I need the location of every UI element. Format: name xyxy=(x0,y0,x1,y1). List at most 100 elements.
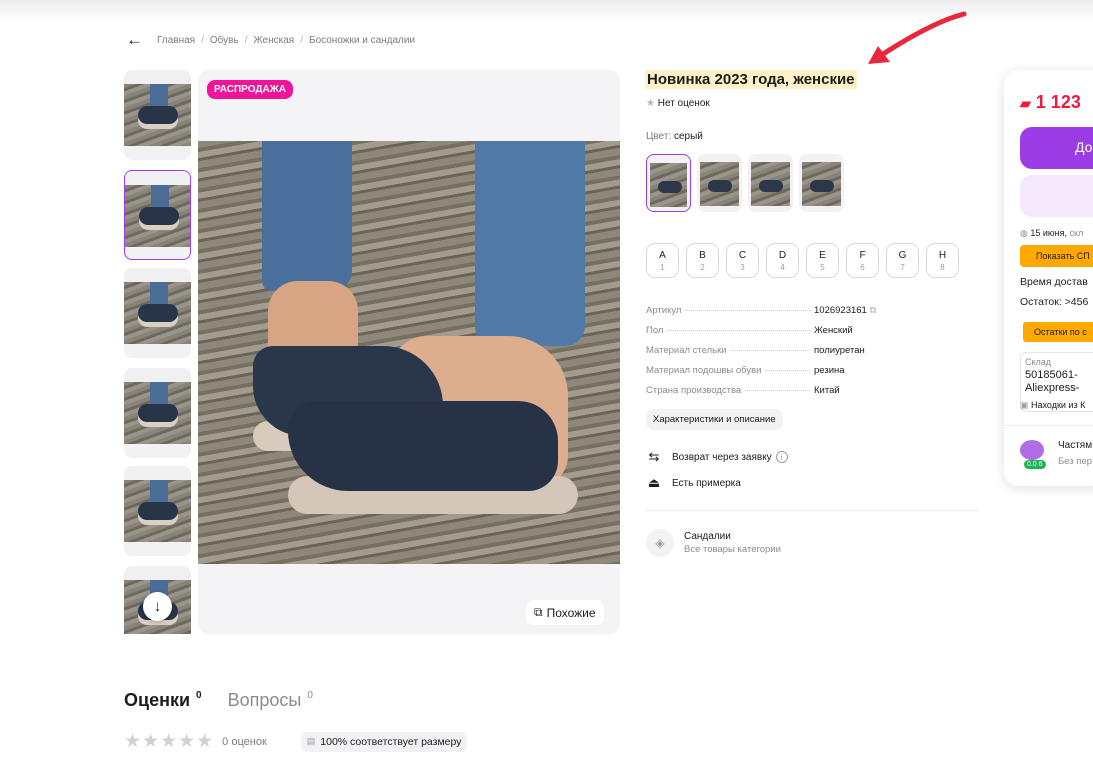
similar-button[interactable]: ⧉ Похожие xyxy=(526,600,604,625)
breadcrumb: ← Главная / Обувь / Женская / Босоножки … xyxy=(126,31,415,48)
star-rating-icon: ★★★★★ xyxy=(124,731,215,752)
breadcrumb-item[interactable]: Главная xyxy=(157,35,195,46)
tab-questions[interactable]: Вопросы 0 xyxy=(228,690,313,711)
size-number: 4 xyxy=(780,262,785,272)
breadcrumb-separator: / xyxy=(244,34,248,46)
gift-icon: ▣ xyxy=(1020,400,1029,410)
divider xyxy=(646,510,978,511)
sale-badge: РАСПРОДАЖА xyxy=(207,80,293,99)
warehouse-label: Склад xyxy=(1025,357,1052,367)
main-product-image[interactable] xyxy=(198,70,620,634)
ruler-icon: ▤ xyxy=(306,736,316,746)
return-policy: ⇆ Возврат через заявку i xyxy=(646,449,788,465)
annotation-arrow-icon xyxy=(868,11,967,64)
category-name: Сандалии xyxy=(684,531,731,542)
thumbnail[interactable] xyxy=(124,268,191,358)
box-icon: ◍ xyxy=(1020,228,1028,238)
seller-subtitle: Без пер xyxy=(1058,456,1093,467)
stock-text: Остаток: >456 xyxy=(1020,296,1089,308)
breadcrumb-separator: / xyxy=(201,34,204,46)
color-caption: Цвет: xyxy=(646,131,672,142)
size-number: 8 xyxy=(940,262,945,272)
add-to-cart-button[interactable]: До xyxy=(1020,127,1093,169)
spec-row: Артикул 1026923161 ⧉ xyxy=(646,300,896,320)
size-letter: G xyxy=(898,249,907,261)
delivery-time: Время достав xyxy=(1020,276,1088,288)
size-option[interactable]: E5 xyxy=(806,243,839,278)
reviews-tabs: Оценки 0 Вопросы 0 xyxy=(124,690,313,711)
size-fit-text: 100% соответствует размеру xyxy=(320,735,462,748)
specs-description-button[interactable]: Характеристики и описание xyxy=(646,409,783,430)
thumbnail-selected[interactable] xyxy=(124,170,191,260)
size-number: 2 xyxy=(700,262,705,272)
size-letter: D xyxy=(778,249,787,261)
category-icon: ◈ xyxy=(646,529,674,557)
size-option[interactable]: A1 xyxy=(646,243,679,278)
seller-avatar[interactable]: 0.0 6 xyxy=(1020,440,1048,469)
size-selector: A1 B2 C3 D4 E5 F6 G7 H8 xyxy=(646,243,959,278)
spec-value: полиуретан xyxy=(814,344,865,356)
color-swatch[interactable] xyxy=(799,154,844,212)
star-icon: ★ xyxy=(646,98,655,109)
buy-now-button[interactable] xyxy=(1020,175,1093,217)
breadcrumb-item[interactable]: Обувь xyxy=(210,35,239,46)
scroll-down-button[interactable]: ↓ xyxy=(143,592,172,621)
tab-reviews[interactable]: Оценки 0 xyxy=(124,690,202,711)
size-letter: F xyxy=(859,249,866,261)
reviews-count: 0 оценок xyxy=(222,735,267,748)
thumbnail[interactable] xyxy=(124,368,191,458)
info-icon[interactable]: i xyxy=(775,451,788,463)
color-value: серый xyxy=(673,131,703,142)
rating-text: Нет оценок xyxy=(657,98,710,109)
spec-row: Материал стельки полиуретан xyxy=(646,340,896,360)
color-swatch[interactable] xyxy=(748,154,793,212)
finds-link[interactable]: ▣ Находки из К xyxy=(1020,400,1085,411)
size-option[interactable]: H8 xyxy=(926,243,959,278)
spec-value: 1026923161 ⧉ xyxy=(814,304,877,316)
wallet-icon: ▰ xyxy=(1020,95,1031,111)
thumbnail[interactable] xyxy=(124,70,191,160)
spec-value: резина xyxy=(814,364,845,376)
return-text: Возврат через заявку xyxy=(672,451,772,463)
size-number: 6 xyxy=(860,262,865,272)
category-link[interactable]: ◈ Сандалии Все товары категории xyxy=(646,529,781,557)
buy-box: ▰ 1 123 До ◍ 15 июня, скл Показать СП Вр… xyxy=(1004,70,1093,486)
color-swatch-selected[interactable] xyxy=(646,154,691,212)
show-button[interactable]: Показать СП xyxy=(1020,245,1093,267)
size-option[interactable]: C3 xyxy=(726,243,759,278)
size-number: 3 xyxy=(740,262,745,272)
size-number: 5 xyxy=(820,262,825,272)
price: ▰ 1 123 xyxy=(1020,92,1081,112)
stock-by-warehouse-button[interactable]: Остатки по с xyxy=(1023,322,1093,342)
spec-row: Пол Женский xyxy=(646,320,896,340)
size-letter: A xyxy=(659,249,666,261)
size-option[interactable]: G7 xyxy=(886,243,919,278)
rating-summary: ★ Нет оценок xyxy=(646,98,710,109)
seller-name[interactable]: Частям xyxy=(1058,440,1092,451)
size-fit-badge: ▤ 100% соответствует размеру xyxy=(300,731,468,752)
thumbnail[interactable] xyxy=(124,466,191,556)
color-swatch[interactable] xyxy=(697,154,742,212)
size-letter: E xyxy=(819,249,826,261)
size-letter: B xyxy=(699,249,706,261)
size-letter: H xyxy=(938,249,947,261)
size-option[interactable]: F6 xyxy=(846,243,879,278)
copy-icon[interactable]: ⧉ xyxy=(869,305,876,316)
breadcrumb-item[interactable]: Женская xyxy=(253,35,294,46)
fitting-text: Есть примерка xyxy=(672,477,741,489)
spec-value: Женский xyxy=(814,324,853,336)
size-option[interactable]: D4 xyxy=(766,243,799,278)
similar-icon: ⧉ xyxy=(534,605,543,619)
spec-row: Материал подошвы обуви резина xyxy=(646,360,896,380)
spec-row: Страна производства Китай xyxy=(646,380,896,400)
spec-value: Китай xyxy=(814,384,840,396)
size-number: 1 xyxy=(660,262,665,272)
size-option[interactable]: B2 xyxy=(686,243,719,278)
color-label: Цвет: серый xyxy=(646,131,703,142)
arrow-down-icon: ↓ xyxy=(153,598,162,615)
back-arrow-icon[interactable]: ← xyxy=(126,31,143,48)
breadcrumb-item[interactable]: Босоножки и сандалии xyxy=(309,35,415,46)
spec-key: Пол xyxy=(646,324,664,336)
thumbnail-strip xyxy=(124,70,191,634)
spec-key: Материал подошвы обуви xyxy=(646,364,762,376)
